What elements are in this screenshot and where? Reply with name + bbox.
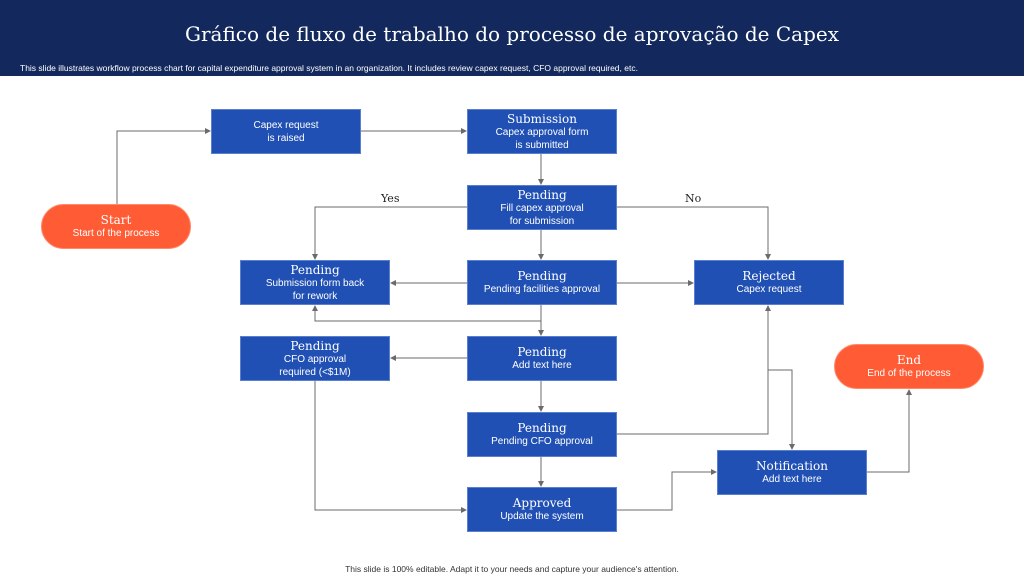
node-rework[interactable]: Pending Submission form back for rework bbox=[240, 260, 390, 305]
link-branch-rework-back bbox=[312, 305, 541, 322]
node-cfo-pending[interactable]: Pending Pending CFO approval bbox=[467, 412, 617, 457]
label-no: No bbox=[685, 192, 702, 205]
node-cfo-required[interactable]: Pending CFO approval required (<$1M) bbox=[240, 336, 390, 381]
node-heading: Pending bbox=[517, 345, 567, 359]
node-start[interactable]: Start Start of the process bbox=[41, 204, 191, 249]
link-fill-rework-yes bbox=[312, 206, 467, 260]
node-text: Capex approval form is submitted bbox=[495, 126, 589, 151]
link-fill-rejected-no bbox=[616, 206, 771, 260]
node-text: Start of the process bbox=[72, 228, 160, 239]
node-fill-capex[interactable]: Pending Fill capex approval for submissi… bbox=[467, 185, 617, 230]
node-text: Add text here bbox=[512, 360, 572, 371]
node-facilities-approval[interactable]: Pending Pending facilities approval bbox=[467, 260, 617, 305]
node-heading: Pending bbox=[290, 338, 340, 353]
node-text: Fill capex approval for submission bbox=[500, 202, 584, 227]
link-notification-end bbox=[867, 389, 912, 473]
node-heading: Pending bbox=[517, 269, 567, 283]
footer-note: This slide is 100% editable. Adapt it to… bbox=[345, 564, 679, 574]
node-text: Capex request bbox=[736, 284, 802, 295]
node-heading: Submission bbox=[507, 111, 577, 126]
node-heading: Rejected bbox=[742, 269, 796, 283]
node-add-text[interactable]: Pending Add text here bbox=[467, 336, 617, 381]
node-text: Submission form back for rework bbox=[265, 277, 365, 302]
node-end[interactable]: End End of the process bbox=[834, 344, 984, 389]
node-heading: Start bbox=[100, 213, 132, 227]
node-text: Pending CFO approval bbox=[491, 436, 593, 447]
node-text: Pending facilities approval bbox=[483, 284, 601, 295]
link-start-raised bbox=[116, 128, 211, 204]
node-text: Capex request is raised bbox=[253, 119, 319, 144]
node-heading: End bbox=[896, 353, 922, 367]
node-heading: Pending bbox=[517, 187, 567, 202]
node-notification[interactable]: Notification Add text here bbox=[717, 450, 867, 495]
node-text: CFO approval required (<$1M) bbox=[279, 353, 351, 378]
link-cfo-required-approved bbox=[314, 381, 467, 513]
node-rejected[interactable]: Rejected Capex request bbox=[694, 260, 844, 305]
node-text: Update the system bbox=[500, 511, 584, 522]
node-request-raised[interactable]: Capex request is raised bbox=[211, 109, 361, 154]
node-text: End of the process bbox=[867, 368, 951, 379]
node-submission[interactable]: Submission Capex approval form is submit… bbox=[467, 109, 617, 154]
node-heading: Notification bbox=[756, 459, 828, 473]
node-approved[interactable]: Approved Update the system bbox=[467, 487, 617, 532]
label-yes: Yes bbox=[381, 192, 400, 205]
node-text: Add text here bbox=[762, 474, 822, 485]
link-approved-notification bbox=[616, 469, 717, 511]
node-heading: Approved bbox=[512, 496, 572, 510]
node-heading: Pending bbox=[517, 421, 567, 435]
link-branch-notification bbox=[768, 369, 795, 450]
node-heading: Pending bbox=[290, 262, 340, 277]
link-cfo-pending-rejected bbox=[616, 305, 771, 435]
